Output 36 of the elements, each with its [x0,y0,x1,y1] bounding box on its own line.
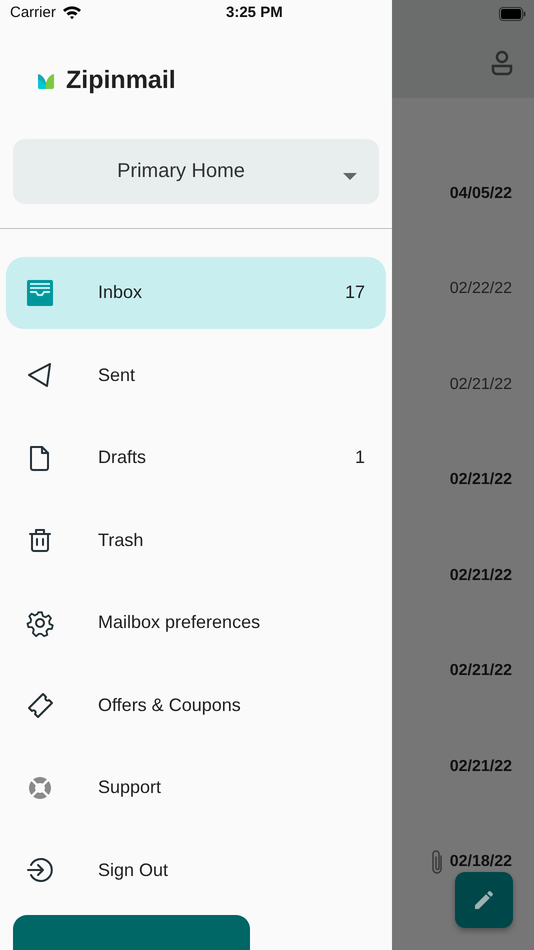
menu-item[interactable]: Mailbox preferences [6,586,386,659]
message-date: 02/18/22 [450,853,512,872]
account-dropdown[interactable]: Primary Home [13,138,379,204]
unread-count: 1 [354,447,366,468]
battery-icon [499,7,526,21]
menu-item[interactable]: Drafts 1 [6,422,386,494]
menu-item[interactable]: Sign Out [6,834,386,906]
message-date: 02/21/22 [450,758,512,776]
compose-fab[interactable] [455,872,513,928]
menu-item[interactable]: Sent [6,339,386,412]
profile-icon [491,50,513,76]
settings-icon [26,608,54,637]
pencil-icon [472,888,496,912]
message-date: 02/21/22 [450,566,512,585]
message-date: 02/21/22 [450,376,512,394]
menu-item[interactable]: Trash [6,504,386,576]
menu-item[interactable]: Offers & Coupons [6,669,386,742]
caret-icon [343,172,357,180]
message-date: 02/21/22 [450,471,512,490]
logo-icon [37,72,55,90]
ticket-icon [26,691,54,720]
app-name: Zipinmail [66,66,176,96]
inbox-icon [26,278,54,307]
trash-icon [26,526,54,554]
wifi-icon [62,4,82,20]
sign-in-icon [26,856,54,884]
send-icon [26,361,54,390]
unread-count: 17 [344,282,366,304]
message-date: 04/05/22 [450,184,512,203]
message-date: 02/22/22 [450,280,512,298]
menu-item[interactable]: Support [6,752,386,824]
message-date: 02/21/22 [450,662,512,680]
status-time: 3:25 PM [226,4,283,21]
carrier-label: Carrier [10,4,56,21]
menu-item[interactable]: Inbox 17 [6,256,386,329]
compose-button[interactable] [13,914,250,950]
